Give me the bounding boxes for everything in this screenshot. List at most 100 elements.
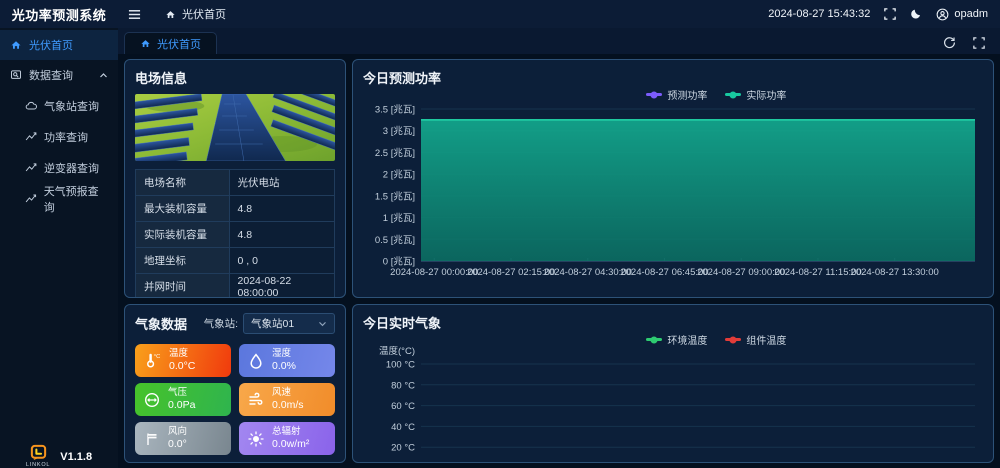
- station-select-value: 气象站01: [251, 316, 294, 331]
- chevron-down-icon: [318, 319, 327, 328]
- sidebar-item-label: 天气预报查询: [44, 183, 108, 215]
- svg-text:2024-08-27 09:00:00: 2024-08-27 09:00:00: [697, 267, 785, 278]
- card-wind-speed: 风速0.0m/s: [239, 383, 335, 416]
- refresh-icon[interactable]: [943, 36, 956, 49]
- card-total-radiation: 总辐射0.0w/m²: [239, 422, 335, 455]
- username: opadm: [954, 8, 988, 20]
- home-icon: [165, 9, 176, 20]
- svg-text:3 [兆瓦]: 3 [兆瓦]: [383, 126, 415, 137]
- sidebar-group-label: 数据查询: [29, 67, 73, 83]
- svg-text:温度(°C): 温度(°C): [379, 346, 415, 357]
- panel-title: 今日实时气象: [363, 313, 441, 332]
- tab-home[interactable]: 光伏首页: [124, 32, 217, 54]
- svg-text:2 [兆瓦]: 2 [兆瓦]: [383, 170, 415, 181]
- predicted-power-chart: 0 [兆瓦]0.5 [兆瓦]1 [兆瓦]1.5 [兆瓦]2 [兆瓦]2.5 [兆…: [363, 101, 983, 279]
- weather-cards: °C 温度0.0°C 湿度0.0% 气压0.0Pa 风速0.0m/s: [135, 344, 335, 455]
- sidebar-item-label: 逆变器查询: [44, 160, 99, 176]
- svg-text:2024-08-27 13:30:00: 2024-08-27 13:30:00: [851, 267, 939, 278]
- wind-vane-icon: [144, 431, 160, 447]
- svg-text:3.5 [兆瓦]: 3.5 [兆瓦]: [375, 105, 415, 116]
- field-info-table: 电场名称光伏电站 最大装机容量4.8 实际装机容量4.8 地理坐标0 , 0 并…: [135, 169, 335, 298]
- home-icon: [140, 38, 151, 49]
- sidebar-item-power-query[interactable]: 功率查询: [0, 121, 118, 152]
- svg-text:2024-08-27 00:00:00: 2024-08-27 00:00:00: [390, 267, 478, 278]
- fullscreen-icon[interactable]: [973, 37, 985, 49]
- linkol-logo: [30, 444, 47, 461]
- sidebar-item-home[interactable]: 光伏首页: [0, 30, 118, 60]
- table-row: 实际装机容量4.8: [136, 222, 335, 248]
- sidebar-group-data-query[interactable]: 数据查询: [0, 60, 118, 90]
- svg-text:2024-08-27 11:15:00: 2024-08-27 11:15:00: [774, 267, 862, 278]
- svg-text:°C: °C: [154, 354, 160, 360]
- station-select[interactable]: 气象站01: [243, 313, 335, 334]
- chevron-up-icon: [99, 71, 108, 80]
- svg-text:0 [兆瓦]: 0 [兆瓦]: [383, 257, 415, 268]
- svg-text:2024-08-27 02:15:00: 2024-08-27 02:15:00: [467, 267, 555, 278]
- svg-text:2024-08-27 06:45:00: 2024-08-27 06:45:00: [620, 267, 708, 278]
- dark-mode-moon-icon[interactable]: [910, 8, 922, 20]
- svg-text:2.5 [兆瓦]: 2.5 [兆瓦]: [375, 148, 415, 159]
- legend-swatch: [646, 338, 662, 341]
- main-area: 光伏首页 电场信息: [118, 28, 1000, 468]
- card-wind-direction: 风向0.0°: [135, 422, 231, 455]
- line-chart-icon: [25, 193, 37, 205]
- version-label: V1.1.8: [60, 451, 92, 463]
- logo-text: LINKOL: [26, 462, 50, 468]
- user-avatar-icon: [936, 8, 949, 21]
- card-pressure: 气压0.0Pa: [135, 383, 231, 416]
- line-chart-icon: [25, 131, 37, 143]
- breadcrumb-label: 光伏首页: [182, 6, 226, 22]
- legend-item-module-temp[interactable]: 组件温度: [725, 333, 786, 346]
- sidebar-item-label: 气象站查询: [44, 98, 99, 114]
- sidebar-item-label: 光伏首页: [29, 37, 73, 53]
- sidebar-item-weather-station-query[interactable]: 气象站查询: [0, 90, 118, 121]
- gauge-icon: [144, 392, 160, 408]
- top-header: 光功率预测系统 光伏首页 2024-08-27 15:43:32 opadm: [0, 0, 1000, 28]
- panel-title: 电场信息: [135, 68, 335, 87]
- panel-field-info: 电场信息: [124, 59, 346, 298]
- sidebar: 光伏首页 数据查询 气象站查询 功率查询 逆变器查询 天气预报查询 LINKOL…: [0, 28, 118, 468]
- solar-farm-photo: [135, 94, 335, 161]
- panel-title: 今日预测功率: [363, 68, 441, 87]
- svg-text:80 °C: 80 °C: [391, 380, 415, 391]
- sidebar-footer: LINKOL V1.1.8: [0, 442, 118, 468]
- legend-swatch: [725, 93, 741, 96]
- wind-icon: [248, 392, 264, 408]
- svg-text:100 °C: 100 °C: [386, 360, 415, 371]
- data-query-icon: [10, 69, 22, 81]
- table-row: 电场名称光伏电站: [136, 170, 335, 196]
- breadcrumb[interactable]: 光伏首页: [165, 6, 226, 22]
- droplet-icon: [248, 353, 264, 369]
- sidebar-item-label: 功率查询: [44, 129, 88, 145]
- svg-text:60 °C: 60 °C: [391, 401, 415, 412]
- collapse-menu-icon[interactable]: [128, 8, 141, 21]
- chart-legend: 预测功率 实际功率: [363, 88, 983, 101]
- header-datetime: 2024-08-27 15:43:32: [768, 8, 870, 20]
- legend-item-actual[interactable]: 实际功率: [725, 88, 786, 101]
- svg-text:20 °C: 20 °C: [391, 443, 415, 454]
- svg-text:40 °C: 40 °C: [391, 422, 415, 433]
- svg-text:2024-08-27 04:30:00: 2024-08-27 04:30:00: [544, 267, 632, 278]
- table-row: 并网时间2024-08-22 08:00:00: [136, 274, 335, 299]
- tab-bar: 光伏首页: [118, 28, 1000, 54]
- svg-text:0.5 [兆瓦]: 0.5 [兆瓦]: [375, 235, 415, 246]
- table-row: 地理坐标0 , 0: [136, 248, 335, 274]
- tab-label: 光伏首页: [157, 36, 201, 52]
- legend-item-predicted[interactable]: 预测功率: [646, 88, 707, 101]
- panel-title: 气象数据: [135, 314, 187, 333]
- thermometer-icon: °C: [144, 352, 161, 369]
- station-label: 气象站:: [204, 316, 238, 331]
- card-humidity: 湿度0.0%: [239, 344, 335, 377]
- sidebar-item-inverter-query[interactable]: 逆变器查询: [0, 152, 118, 183]
- app-title: 光功率预测系统: [0, 5, 118, 24]
- legend-swatch: [725, 338, 741, 341]
- chart-legend: 环境温度 组件温度: [363, 333, 983, 346]
- user-menu[interactable]: opadm: [936, 8, 988, 21]
- fullscreen-icon[interactable]: [884, 8, 896, 20]
- svg-text:1.5 [兆瓦]: 1.5 [兆瓦]: [375, 191, 415, 202]
- legend-item-ambient-temp[interactable]: 环境温度: [646, 333, 707, 346]
- home-icon: [10, 39, 22, 51]
- sidebar-item-forecast-query[interactable]: 天气预报查询: [0, 183, 118, 214]
- sun-icon: [248, 431, 264, 447]
- panel-realtime-weather: 今日实时气象 环境温度 组件温度 温度(°C)0 °C20 °C40 °C60 …: [352, 304, 994, 463]
